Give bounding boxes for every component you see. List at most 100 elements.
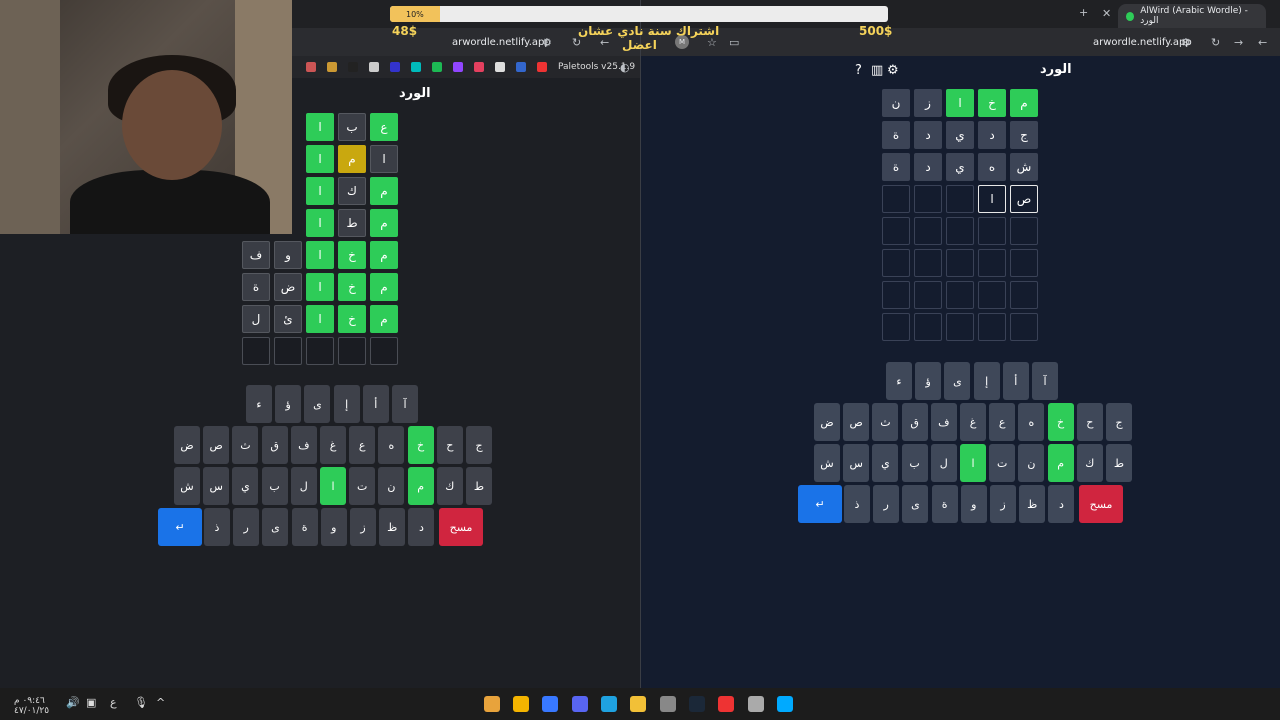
keyboard-key[interactable]: ت xyxy=(349,467,376,505)
keyboard-key[interactable]: ى xyxy=(304,385,331,423)
extension-icon[interactable] xyxy=(327,62,337,72)
keyboard-key[interactable]: د xyxy=(408,508,435,546)
microphone-icon[interactable]: 🎙 xyxy=(134,696,148,709)
keyboard-key[interactable]: ف xyxy=(930,403,957,441)
keyboard-key[interactable]: ط xyxy=(1106,444,1132,482)
keyboard-key[interactable]: ظ xyxy=(1019,485,1046,523)
volume-icon[interactable]: 🔊 xyxy=(66,696,80,709)
keyboard-key[interactable]: ؤ xyxy=(275,385,302,423)
twitch-icon[interactable] xyxy=(453,62,463,72)
keyboard-key[interactable]: ظ xyxy=(379,508,406,546)
keyboard-key[interactable]: أ xyxy=(362,385,389,423)
keyboard-key[interactable]: ة xyxy=(931,485,958,523)
clock[interactable]: ٠٩:٤٦ م ٤٧/٠١/٢٥ xyxy=(14,696,49,716)
right-address-bar[interactable]: ← → ↻ ⚙ arwordle.netlify.app ▭ ☆ M xyxy=(641,28,1280,56)
keyboard-key[interactable]: ؤ xyxy=(915,362,942,400)
site-settings-icon[interactable]: ⚙ xyxy=(542,36,552,49)
translate-icon[interactable] xyxy=(516,62,526,72)
close-tab-icon[interactable]: ✕ xyxy=(1102,7,1111,20)
enter-key[interactable]: ↵ xyxy=(158,508,202,546)
help-icon[interactable]: ? xyxy=(855,63,862,78)
keyboard-key[interactable]: ض xyxy=(814,403,840,441)
keyboard-key[interactable]: غ xyxy=(960,403,986,441)
settings-icon[interactable]: ⚙ xyxy=(887,63,899,78)
keyboard-key[interactable]: ش xyxy=(174,467,200,505)
keyboard-key[interactable]: غ xyxy=(320,426,346,464)
keyboard-key[interactable]: ر xyxy=(233,508,260,546)
keyboard-key[interactable]: ل xyxy=(290,467,317,505)
keyboard-key[interactable]: ع xyxy=(349,426,376,464)
keyboard-key[interactable]: آ xyxy=(1032,362,1058,400)
keyboard-key[interactable]: س xyxy=(843,444,870,482)
keyboard-key[interactable]: إ xyxy=(333,385,360,423)
forward-icon[interactable]: → xyxy=(1234,36,1243,49)
keyboard-key[interactable]: ة xyxy=(291,508,318,546)
keyboard-key[interactable]: و xyxy=(320,508,347,546)
tab-alwird[interactable]: AlWird (Arabic Wordle) - الورد xyxy=(1118,4,1266,28)
keyboard-key[interactable]: ص xyxy=(843,403,870,441)
left-url-text[interactable]: arwordle.netlify.app xyxy=(452,37,551,48)
steam-app-icon[interactable] xyxy=(689,696,705,712)
app-icon[interactable] xyxy=(542,696,558,712)
keyboard-key[interactable]: ي xyxy=(232,467,259,505)
keyboard-key[interactable]: ث xyxy=(872,403,899,441)
keyboard-key[interactable]: أ xyxy=(1002,362,1029,400)
extension-icon[interactable] xyxy=(348,62,358,72)
keyboard-key[interactable]: ك xyxy=(1076,444,1103,482)
keyboard-key[interactable]: إ xyxy=(973,362,1000,400)
windows-start-icon[interactable] xyxy=(777,696,793,712)
keyboard-key[interactable]: ى xyxy=(902,485,929,523)
keyboard-key[interactable]: ج xyxy=(1106,403,1132,441)
keyboard-key[interactable]: ح xyxy=(1076,403,1103,441)
rockstar-app-icon[interactable] xyxy=(513,696,529,712)
keyboard-key[interactable]: ع xyxy=(989,403,1016,441)
settings-app-icon[interactable] xyxy=(748,696,764,712)
keyboard-key[interactable]: ن xyxy=(378,467,405,505)
keyboard-key[interactable]: ا xyxy=(320,467,346,505)
keyboard-key[interactable]: ر xyxy=(873,485,900,523)
edge-app-icon[interactable] xyxy=(601,696,617,712)
right-url-text[interactable]: arwordle.netlify.app xyxy=(1093,37,1192,48)
keyboard-key[interactable]: ي xyxy=(872,444,899,482)
instagram-icon[interactable] xyxy=(474,62,484,72)
keyboard-key[interactable]: ف xyxy=(290,426,317,464)
keyboard-key[interactable]: ء xyxy=(246,385,272,423)
discord-app-icon[interactable] xyxy=(572,696,588,712)
reload-icon[interactable]: ↻ xyxy=(1211,36,1220,49)
extension-icon[interactable] xyxy=(306,62,316,72)
screen-cast-icon[interactable]: ▭ xyxy=(729,36,739,49)
keyboard-key[interactable]: خ xyxy=(407,426,434,464)
paletools-icon[interactable]: ◐ xyxy=(620,61,630,74)
keyboard-key[interactable]: ز xyxy=(990,485,1016,523)
keyboard-key[interactable]: آ xyxy=(392,385,418,423)
app-icon[interactable] xyxy=(660,696,676,712)
keyboard-key[interactable]: ى xyxy=(944,362,971,400)
keyboard-key[interactable]: ه xyxy=(1018,403,1045,441)
keyboard-key[interactable]: ق xyxy=(901,403,928,441)
chrome-app-icon[interactable] xyxy=(484,696,500,712)
extension-icon[interactable] xyxy=(390,62,400,72)
chevron-up-icon[interactable]: ^ xyxy=(156,696,165,709)
keyboard-key[interactable]: ق xyxy=(261,426,288,464)
delete-key[interactable]: مسح xyxy=(439,508,483,546)
keyboard-key[interactable]: ص xyxy=(203,426,230,464)
keyboard-key[interactable]: ج xyxy=(466,426,492,464)
keyboard-key[interactable]: خ xyxy=(1047,403,1074,441)
keyboard-key[interactable]: ط xyxy=(466,467,492,505)
keyboard-key[interactable]: ذ xyxy=(204,508,230,546)
stats-icon[interactable]: ▥ xyxy=(871,63,883,78)
file-explorer-icon[interactable] xyxy=(630,696,646,712)
keyboard-key[interactable]: ب xyxy=(901,444,928,482)
keyboard-key[interactable]: م xyxy=(1047,444,1074,482)
keyboard-key[interactable]: م xyxy=(407,467,434,505)
keyboard-key[interactable]: ل xyxy=(930,444,957,482)
keyboard-key[interactable]: و xyxy=(960,485,987,523)
enter-key[interactable]: ↵ xyxy=(798,485,842,523)
keyboard-key[interactable]: ك xyxy=(436,467,463,505)
keyboard-key[interactable]: ى xyxy=(262,508,289,546)
extension-icon[interactable] xyxy=(369,62,379,72)
keyboard-key[interactable]: ا xyxy=(960,444,986,482)
kick-icon[interactable] xyxy=(432,62,442,72)
chrome-app-icon[interactable] xyxy=(718,696,734,712)
keyboard-key[interactable]: ت xyxy=(989,444,1016,482)
